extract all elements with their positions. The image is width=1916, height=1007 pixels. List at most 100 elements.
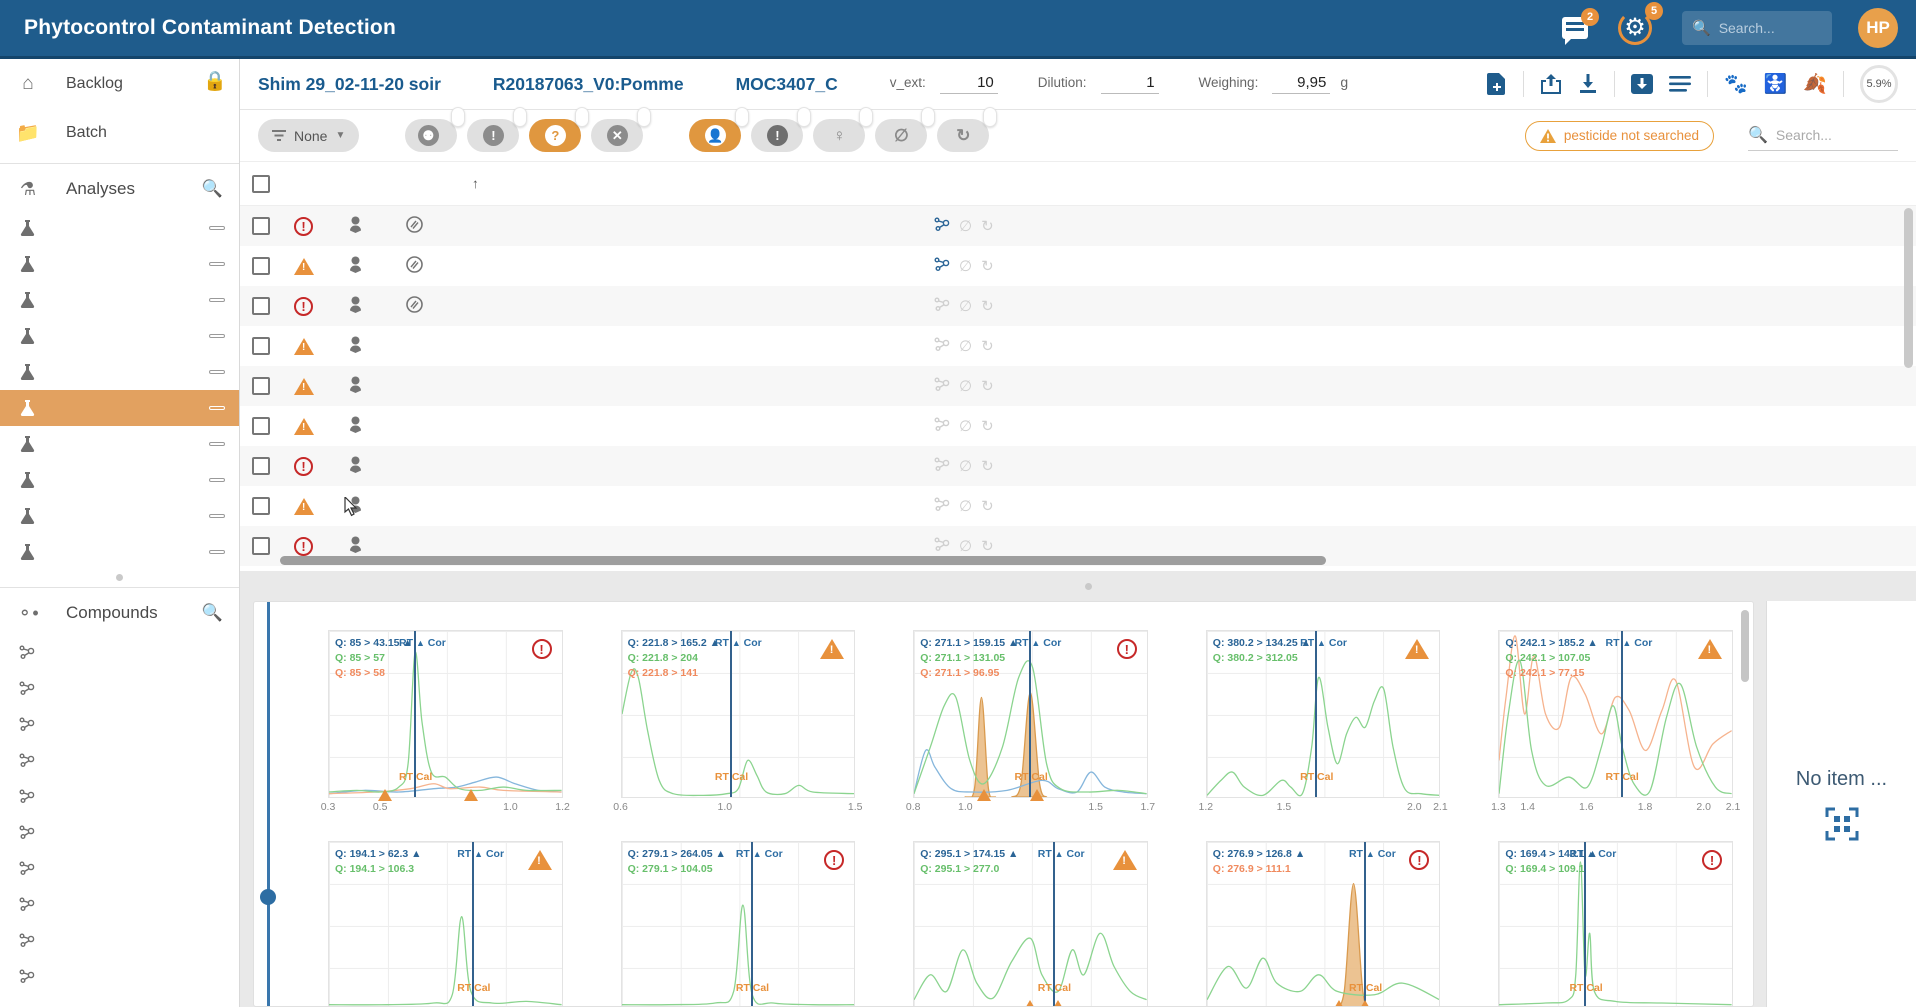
table-row[interactable]: !∅↻: [240, 486, 1916, 526]
table-row[interactable]: !∅↻: [240, 326, 1916, 366]
validate-compound-icon[interactable]: [934, 257, 950, 275]
exclude-icon[interactable]: ∅: [959, 297, 972, 315]
chromatogram-sulfoxaflor[interactable]: RT ▲ CorRT CalQ: 295.1 > 174.15 ▲Q: 295.…: [869, 821, 1148, 1007]
exclude-icon[interactable]: ∅: [959, 537, 972, 555]
validate-compound-icon[interactable]: [934, 457, 950, 475]
plot-area[interactable]: RT ▲ CorRT CalQ: 380.2 > 134.25 ▲Q: 380.…: [1206, 630, 1441, 798]
plot-area[interactable]: RT ▲ CorRT CalQ: 295.1 > 174.15 ▲Q: 295.…: [913, 841, 1148, 1007]
compounds-search-icon[interactable]: 🔍: [202, 603, 223, 623]
messages-button[interactable]: 2: [1562, 17, 1588, 39]
warning-flag-icon[interactable]: !: [294, 418, 314, 435]
run-name[interactable]: R20187063_V0:Pomme: [493, 74, 684, 95]
row-checkbox[interactable]: [252, 537, 270, 555]
alert-filter-button[interactable]: !: [751, 119, 803, 152]
pesticide-warning-chip[interactable]: pesticide not searched: [1525, 121, 1714, 151]
compound-item[interactable]: [0, 742, 239, 778]
plot-area[interactable]: RT ▲ CorRT CalQ: 279.1 > 264.05 ▲Q: 279.…: [621, 841, 856, 1007]
validate-compound-icon[interactable]: [934, 297, 950, 315]
exclude-icon[interactable]: ∅: [959, 457, 972, 475]
reprocess-icon[interactable]: ↻: [981, 537, 994, 555]
settings-button[interactable]: ⚙ 5: [1618, 11, 1652, 45]
exclude-icon[interactable]: ∅: [959, 337, 972, 355]
plot-area[interactable]: RT ▲ CorRT CalQ: 276.9 > 126.8 ▲Q: 276.9…: [1206, 841, 1441, 1007]
analysis-item-std-200-ppb[interactable]: [0, 246, 239, 282]
error-flag-icon[interactable]: !: [294, 217, 313, 236]
validate-compound-icon[interactable]: [934, 217, 950, 235]
table-row[interactable]: ! ∅ ↻: [240, 366, 1916, 406]
compound-item[interactable]: [0, 886, 239, 922]
table-row[interactable]: !∅↻: [240, 406, 1916, 446]
plot-area[interactable]: RT ▲ CorRT CalQ: 242.1 > 185.2 ▲Q: 242.1…: [1498, 630, 1733, 798]
flag-filter-dropdown[interactable]: None ▼: [258, 119, 359, 152]
dilution-value[interactable]: 1: [1101, 74, 1159, 94]
reprocess-icon[interactable]: ↻: [981, 457, 994, 475]
warning-flag-icon[interactable]: !: [294, 258, 314, 275]
analysis-item-pbd[interactable]: [0, 354, 239, 390]
panel-resize-handle[interactable]: [1085, 583, 1092, 590]
reprocess-icon[interactable]: ↻: [981, 377, 994, 395]
exclude-icon[interactable]: ∅: [959, 417, 972, 435]
table-row[interactable]: !∅↻: [240, 286, 1916, 326]
warning-flag-icon[interactable]: !: [294, 338, 314, 355]
row-checkbox[interactable]: [252, 457, 270, 475]
validate-compound-icon[interactable]: [934, 537, 950, 555]
reprocess-icon[interactable]: ↻: [981, 217, 994, 235]
error-filter-button[interactable]: !: [467, 119, 519, 152]
table-search-input[interactable]: [1776, 127, 1886, 143]
list-menu-icon[interactable]: [1669, 76, 1691, 92]
analysis-item-std-10-fin[interactable]: [0, 534, 239, 570]
analysis-item-pb[interactable]: [0, 318, 239, 354]
global-search[interactable]: 🔍: [1682, 11, 1832, 45]
compound-filter-button[interactable]: ♀: [813, 119, 865, 152]
sidebar-resize-handle[interactable]: [116, 574, 123, 581]
row-checkbox[interactable]: [252, 297, 270, 315]
plot-area[interactable]: RT ▲ CorRT CalQ: 271.1 > 159.15 ▲Q: 271.…: [913, 630, 1148, 798]
weighing-value[interactable]: 9,95: [1272, 74, 1330, 94]
excluded-filter-button[interactable]: ✕: [591, 119, 643, 152]
chromatogram-phorate-oxon-sulfone[interactable]: RT ▲ CorRT CalQ: 276.9 > 126.8 ▲Q: 276.9…: [1162, 821, 1441, 1007]
plot-area[interactable]: RT ▲ CorRT CalQ: 85 > 43.15 ▲Q: 85 > 57Q…: [328, 630, 563, 798]
exclude-icon[interactable]: ∅: [959, 257, 972, 275]
analysis-item-std-50-ppb[interactable]: [0, 210, 239, 246]
column-header-event[interactable]: ↑: [472, 176, 526, 191]
analysis-item-187071[interactable]: [0, 426, 239, 462]
reprocess-icon[interactable]: ↻: [981, 257, 994, 275]
chromatogram-fenthion-oxon-sulfoxide[interactable]: RT ▲ CorRT CalQ: 279.1 > 264.05 ▲Q: 279.…: [577, 821, 856, 1007]
vext-value[interactable]: 10: [940, 74, 998, 94]
table-search[interactable]: 🔍: [1748, 121, 1898, 151]
chromatogram-quinmerac[interactable]: RT ▲ CorRT CalQ: 221.8 > 165.2 ▲Q: 221.8…: [577, 610, 856, 815]
analysis-item-lc-neg-new_15[interactable]: [0, 498, 239, 534]
analysis-item-std-500-ppb[interactable]: [0, 282, 239, 318]
error-flag-icon[interactable]: !: [294, 457, 313, 476]
download-icon[interactable]: [1578, 74, 1598, 94]
compound-item[interactable]: [0, 778, 239, 814]
export-icon[interactable]: [1540, 74, 1562, 94]
table-row[interactable]: ! ∅ ↻: [240, 446, 1916, 486]
row-checkbox[interactable]: [252, 377, 270, 395]
archive-icon[interactable]: [1631, 74, 1653, 94]
warning-flag-icon[interactable]: !: [294, 378, 314, 395]
add-document-icon[interactable]: [1487, 73, 1507, 95]
reprocess-icon[interactable]: ↻: [981, 497, 994, 515]
reprocess-icon[interactable]: ↻: [981, 297, 994, 315]
empty-filter-button[interactable]: ∅: [875, 119, 927, 152]
exclude-icon[interactable]: ∅: [959, 377, 972, 395]
chromatogram-nitenpyram[interactable]: RT ▲ CorRT CalQ: 271.1 > 159.15 ▲Q: 271.…: [869, 610, 1148, 815]
reprocess-filter-button[interactable]: ↻: [937, 119, 989, 152]
row-checkbox[interactable]: [252, 337, 270, 355]
table-row[interactable]: !∅↻: [240, 206, 1916, 246]
compound-item[interactable]: [0, 706, 239, 742]
chromatogram-methiocarbe-sulfoxide[interactable]: RT ▲ CorRT CalQ: 242.1 > 185.2 ▲Q: 242.1…: [1454, 610, 1733, 815]
chromatogram-metaldehyde[interactable]: RT ▲ CorRT CalQ: 194.1 > 62.3 ▲Q: 194.1 …: [284, 821, 563, 1007]
chromatogram-amitrole[interactable]: RT ▲ CorRT CalQ: 85 > 43.15 ▲Q: 85 > 57Q…: [284, 610, 563, 815]
chromatogram-thiadone[interactable]: RT ▲ CorRT CalQ: 169.4 > 143.1 ▲Q: 169.4…: [1454, 821, 1733, 1007]
compound-item[interactable]: [0, 850, 239, 886]
select-all-checkbox[interactable]: [252, 175, 270, 193]
analysis-item-187063[interactable]: [0, 390, 239, 426]
compound-item[interactable]: [0, 670, 239, 706]
global-search-input[interactable]: [1719, 20, 1819, 36]
warning-flag-icon[interactable]: !: [294, 498, 314, 515]
compound-item[interactable]: [0, 958, 239, 994]
compound-item[interactable]: [0, 814, 239, 850]
sample-name[interactable]: Shim 29_02-11-20 soir: [258, 74, 441, 95]
